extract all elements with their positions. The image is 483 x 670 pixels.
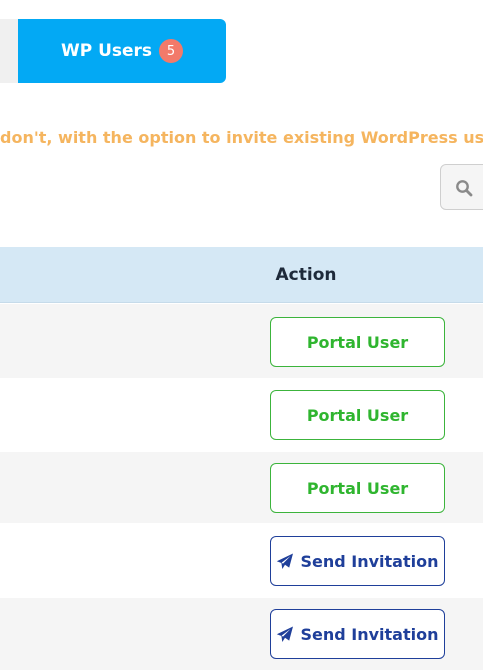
paper-plane-icon — [277, 626, 294, 642]
portal-user-button[interactable]: Portal User — [270, 317, 445, 367]
portal-user-label: Portal User — [306, 478, 409, 498]
users-table-header: Action — [0, 247, 483, 303]
search-icon — [456, 180, 473, 197]
portal-user-label: Portal User — [306, 405, 409, 425]
action-column-header: Action — [275, 265, 337, 285]
table-row: Send Invitation — [0, 598, 483, 670]
table-row: Portal User — [0, 452, 483, 523]
portal-user-button[interactable]: Portal User — [270, 463, 445, 513]
tab-wp-users-label: WP Users — [60, 41, 153, 61]
send-invitation-label: Send Invitation — [300, 551, 439, 571]
table-row: Send Invitation — [0, 523, 483, 598]
portal-user-button[interactable]: Portal User — [270, 390, 445, 440]
paper-plane-icon — [277, 553, 294, 569]
table-row: Portal User — [0, 304, 483, 378]
send-invitation-button[interactable]: Send Invitation — [270, 536, 445, 586]
wp-users-count-badge: 5 — [159, 39, 184, 63]
send-invitation-button[interactable]: Send Invitation — [270, 609, 445, 659]
page: WP Users 5 don't, with the option to inv… — [0, 0, 483, 670]
send-invitation-label: Send Invitation — [300, 624, 439, 644]
portal-user-label: Portal User — [306, 332, 409, 352]
tab-previous[interactable] — [0, 19, 18, 83]
notice-text: don't, with the option to invite existin… — [0, 128, 483, 147]
search-button[interactable] — [440, 164, 483, 210]
tab-wp-users[interactable]: WP Users 5 — [18, 19, 226, 83]
table-row: Portal User — [0, 378, 483, 452]
